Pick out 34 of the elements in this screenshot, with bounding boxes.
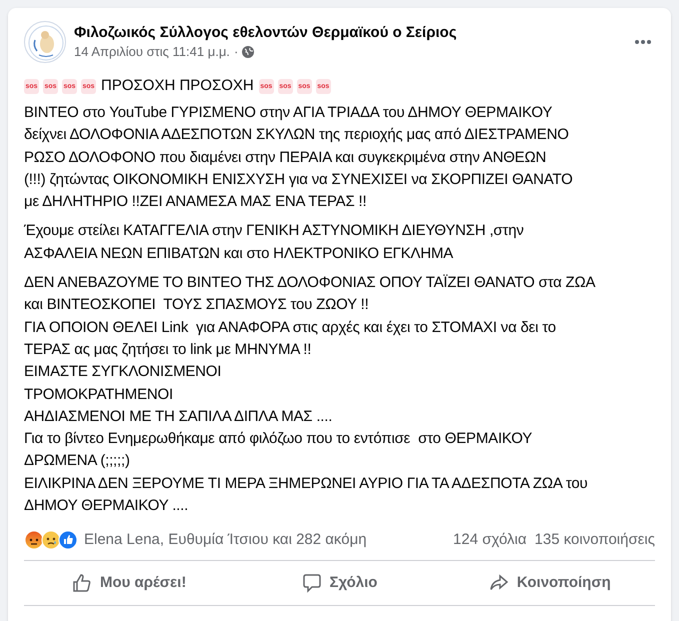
post-text-line: (!!!) ζητώντας ΟΙΚΟΝΟΜΙΚΗ ΕΝΙΣΧΥΣΗ για να ΣΥΝΕΧΙΣΕΙ να ΣΚΟΡΠΙΖΕΙ ΘΑΝΑΤΟ [24, 170, 574, 190]
share-button[interactable]: Κοινοποίηση [444, 565, 655, 602]
post-text-line: και ΒΙΝΤΕΟΣΚΟΠΕΙ ΤΟΥΣ ΣΠΑΣΜΟΥΣ του ΖΩΟΥ !! [24, 295, 370, 316]
share-count[interactable]: 135 κοινοποιήσεις [534, 529, 655, 552]
post-text-line: με ΔΗΛΗΤΗΡΙΟ !!ΖΕΙ ΑΝΑΜΕΣΑ ΜΑΣ ΕΝΑ ΤΕΡΑΣ !! [24, 192, 368, 212]
separator-dot: · [234, 43, 238, 61]
reaction-names[interactable]: Elena Lena, Ευθυμία Ίτσιου και 282 ακόμη [84, 529, 454, 552]
post-text-line: ΡΩΣΟ ΔΟΛΟΦΟΝΟ που διαμένει στην ΠΕΡΑΙΑ και συγκεκριμένα στην ΑΝΘΕΩΝ [24, 148, 548, 168]
post-text-line: ΕΙΛΙΚΡΙΝΑ ΔΕΝ ΞΕΡΟΥΜΕ ΤΙ ΜΕΡΑ ΞΗΜΕΡΩΝΕΙ ΑΥΡΙΟ ΓΙΑ ΤΑ ΑΔΕΣΠΟΤΑ ΖΩΑ του [24, 474, 588, 494]
comment-button[interactable]: Σχόλιο [234, 565, 445, 602]
post-text-line: ΔΡΩΜΕΝΑ (;;;;;) [24, 451, 131, 472]
post-text-line: ΑΗΔΙΑΣΜΕΝΟΙ ΜΕ ΤΗ ΣΑΠΙΛΑ ΔΙΠΛΑ ΜΑΣ .... [24, 406, 334, 427]
post-text-line: ΤΕΡΑΣ ας μας ζητήσει το link με ΜΗΝΥΜΑ !! [24, 340, 312, 360]
post-timestamp[interactable]: 14 Απριλίου στις 11:41 μ.μ. [74, 43, 230, 61]
angry-reaction-icon [24, 530, 44, 550]
post-text-line: ΑΣΦΑΛΕΙΑ ΝΕΩΝ ΕΠΙΒΑΤΩΝ και στο ΗΛΕΚΤΡΟΝΙΚΟ ΕΓΚΛΗΜΑ [24, 244, 454, 264]
post-text-line: ΔΗΜΟΥ ΘΕΡΜΑΙΚΟΥ .... [24, 496, 190, 516]
headline-text: ΠΡΟΣΟΧΗ ΠΡΟΣΟΧΗ [101, 76, 254, 96]
post-text-line: ΒΙΝΤΕΟ στο YouTube ΓΥΡΙΣΜΕΝΟ στην ΑΓΙΑ ΤΡΙΑΔΑ του ΔΗΜΟΥ ΘΕΡΜΑΙΚΟΥ [24, 103, 554, 123]
like-reaction-icon [58, 530, 78, 550]
post-text-line: Για το βίντεο Ενημερωθήκαμε από φιλόζωο που το εντόπισε στο ΘΕΡΜΑΙΚΟΥ [24, 429, 534, 450]
like-button[interactable]: Μου αρέσει! [24, 565, 234, 602]
post-text-line: ΤΡΟΜΟΚΡΑΤΗΜΕΝΟΙ [24, 384, 174, 405]
post-text-line: Έχουμε στείλει ΚΑΤΑΓΓΕΛΙΑ στην ΓΕΝΙΚΗ ΑΣΤΥΝΟΜΙΚΗ ΔΙΕΥΘΥΝΣΗ ,στην [24, 221, 525, 242]
post-text-line: ΕΙΜΑΣΤΕ ΣΥΓΚΛΟΝΙΣΜΕΝΟΙ [24, 362, 222, 382]
sad-reaction-icon [41, 530, 61, 550]
globe-icon[interactable] [242, 46, 254, 58]
post-text-line: ΓΙΑ ΟΠΟΙΟΝ ΘΕΛΕΙ Link για ΑΝΑΦΟΡΑ στις αρχές και έχει το ΣΤΟΜΑΧΙ να δει το [24, 318, 557, 338]
post-text-line: ΔΕΝ ΑΝΕΒΑΖΟΥΜΕ ΤΟ ΒΙΝΤΕΟ ΤΗΣ ΔΟΛΟΦΟΝΙΑΣ ΟΠΟΥ ΤΑΪΖΕΙ ΘΑΝΑΤΟ στα ΖΩΑ [24, 273, 596, 294]
author-name[interactable]: Φιλοζωικός Σύλλογος εθελοντών Θερμαϊκού ο Σείριος [74, 23, 617, 43]
comment-count[interactable]: 124 σχόλια [453, 529, 527, 552]
thumbs-up-icon [72, 573, 92, 594]
post-text-line: δείχνει ΔΟΛΟΦΟΝΙΑ ΑΔΕΣΠΟΤΩΝ ΣΚΥΛΩΝ της περιοχής μας από ΔΙΕΣΤΡΑΜΕΝΟ [24, 125, 570, 146]
speech-bubble-icon [302, 573, 322, 594]
